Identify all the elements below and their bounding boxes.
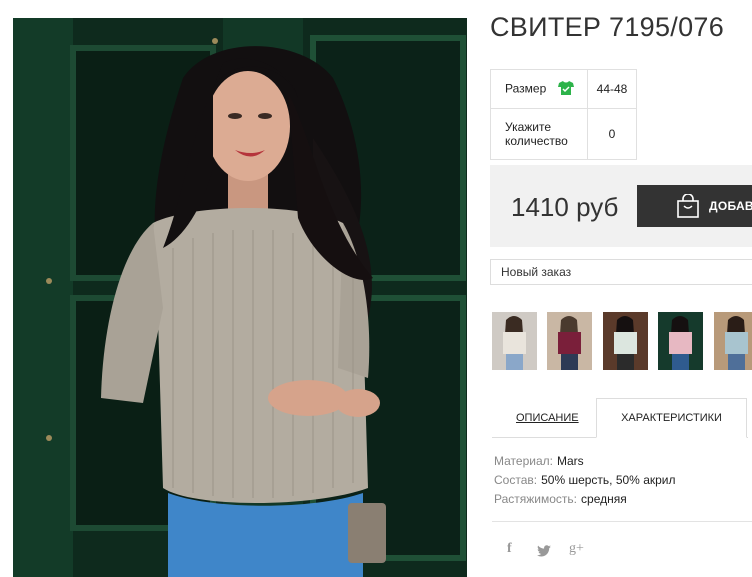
price-panel: 1410 руб ДОБАВИТЬ xyxy=(490,165,752,247)
product-photo[interactable] xyxy=(13,18,467,577)
product-tabs: ОПИСАНИЕ ХАРАКТЕРИСТИКИ xyxy=(492,398,752,438)
add-to-cart-button[interactable]: ДОБАВИТЬ xyxy=(637,185,752,227)
add-to-cart-label: ДОБАВИТЬ xyxy=(709,199,752,213)
google-plus-icon[interactable]: g+ xyxy=(569,541,584,557)
blue-sweater-thumbnail[interactable] xyxy=(714,312,752,370)
spec-row-composition: Состав: 50% шерсть, 50% акрил xyxy=(494,473,676,487)
pink-sweater-thumbnail[interactable] xyxy=(658,312,703,370)
size-label-cell: Размер xyxy=(490,69,588,109)
characteristics-list: Материал: Mars Состав: 50% шерсть, 50% акр… xyxy=(494,452,676,509)
white-sweater-thumbnail[interactable] xyxy=(492,312,537,370)
size-value[interactable]: 44-48 xyxy=(587,69,637,109)
spec-row-stretch: Растяжимость: средняя xyxy=(494,492,627,506)
quantity-option-row: Укажите количество 0 xyxy=(490,108,637,160)
mint-sweater-thumbnail[interactable] xyxy=(603,312,648,370)
twitter-icon[interactable] xyxy=(537,544,551,560)
facebook-icon[interactable]: f xyxy=(507,541,512,557)
divider xyxy=(492,521,752,522)
tab-characteristics[interactable]: ХАРАКТЕРИСТИКИ xyxy=(596,398,747,438)
size-label: Размер xyxy=(505,81,547,96)
size-option-row: Размер 44-48 xyxy=(490,69,637,109)
product-options-table: Размер 44-48 Укажите количество 0 xyxy=(490,69,637,160)
shopping-bag-icon xyxy=(677,193,699,221)
burgundy-sweater-thumbnail[interactable] xyxy=(547,312,592,370)
product-title: СВИТЕР 7195/076 xyxy=(490,12,725,42)
product-price: 1410 руб xyxy=(511,192,619,222)
order-select[interactable]: Новый заказ xyxy=(490,259,752,285)
tshirt-icon[interactable] xyxy=(557,80,574,98)
spec-row-material: Материал: Mars xyxy=(494,454,584,468)
tab-description[interactable]: ОПИСАНИЕ xyxy=(516,412,579,424)
quantity-input[interactable]: 0 xyxy=(587,108,637,160)
quantity-label: Укажите количество xyxy=(490,108,588,160)
